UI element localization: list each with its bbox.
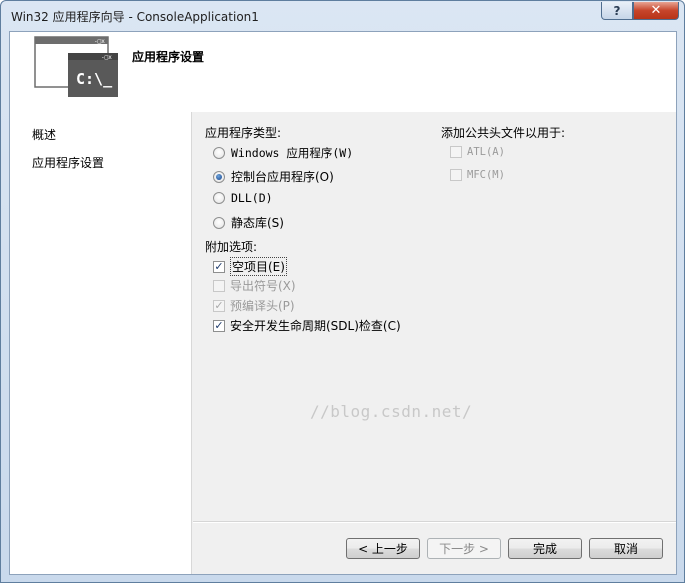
cancel-button[interactable]: 取消 [589, 538, 663, 559]
svg-text:-□x: -□x [101, 54, 112, 61]
close-button[interactable]: ✕ [633, 2, 679, 20]
footer-divider-highlight [193, 522, 676, 523]
help-icon: ? [613, 3, 621, 18]
common-headers-label: 添加公共头文件以用于: [441, 126, 566, 140]
radio-windows-app[interactable]: Windows 应用程序(W) [213, 145, 353, 161]
checkbox-empty-project-label: 空项目(E) [230, 257, 287, 276]
checkbox-sdl-checks[interactable]: ✓ 安全开发生命周期(SDL)检查(C) [213, 317, 401, 334]
page-title: 应用程序设置 [132, 50, 205, 64]
radio-console-app-indicator[interactable] [213, 170, 225, 183]
radio-dll-indicator[interactable] [213, 192, 225, 204]
finish-button[interactable]: 完成 [508, 538, 582, 559]
checkbox-mfc[interactable]: MFC(M) [450, 169, 505, 181]
extra-options-label: 附加选项: [205, 240, 258, 254]
radio-static-lib-indicator[interactable] [213, 216, 225, 229]
console-app-icon: -□x -□x C:\_ [34, 36, 118, 97]
checkbox-sdl-checks-label: 安全开发生命周期(SDL)检查(C) [230, 319, 401, 333]
window-title: Win32 应用程序向导 - ConsoleApplication1 [11, 10, 259, 24]
checkbox-export-symbols[interactable]: 导出符号(X) [213, 277, 296, 294]
checkbox-atl-label: ATL(A) [467, 146, 505, 158]
checkbox-export-symbols-label: 导出符号(X) [230, 279, 296, 293]
wizard-nav: 概述 应用程序设置 [10, 112, 192, 574]
checkbox-atl-box[interactable] [450, 146, 462, 158]
next-button[interactable]: 下一步 > [427, 538, 501, 559]
checkbox-precompiled-header-box[interactable]: ✓ [213, 299, 225, 312]
watermark-text: //blog.csdn.net/ [310, 402, 473, 421]
radio-windows-app-label: Windows 应用程序(W) [231, 146, 354, 160]
radio-dll[interactable]: DLL(D) [213, 191, 273, 205]
svg-text:-□x: -□x [94, 38, 105, 45]
wizard-header: -□x -□x C:\_ 应用程序设置 [10, 32, 676, 112]
title-bar[interactable]: Win32 应用程序向导 - ConsoleApplication1 ? ✕ [1, 1, 684, 31]
checkbox-empty-project-box[interactable]: ✓ [213, 260, 225, 273]
dialog-client: -□x -□x C:\_ 应用程序设置 概述 应用程序设置 应用程序类型: Wi… [9, 31, 677, 575]
checkbox-mfc-label: MFC(M) [467, 169, 505, 181]
radio-dll-label: DLL(D) [231, 191, 273, 205]
radio-static-lib-label: 静态库(S) [231, 216, 284, 230]
checkbox-precompiled-header[interactable]: ✓ 预编译头(P) [213, 297, 295, 314]
close-icon: ✕ [650, 3, 662, 18]
nav-item-overview[interactable]: 概述 [32, 126, 56, 143]
wizard-window: Win32 应用程序向导 - ConsoleApplication1 ? ✕ -… [0, 0, 685, 583]
checkbox-export-symbols-box[interactable] [213, 279, 225, 292]
nav-item-app-settings[interactable]: 应用程序设置 [32, 154, 104, 171]
prev-button[interactable]: < 上一步 [346, 538, 420, 559]
checkbox-empty-project[interactable]: ✓ 空项目(E) [213, 257, 287, 276]
wizard-body: 概述 应用程序设置 应用程序类型: Windows 应用程序(W) 控制台应用程… [10, 112, 676, 574]
checkbox-atl[interactable]: ATL(A) [450, 146, 505, 158]
radio-windows-app-indicator[interactable] [213, 147, 225, 159]
help-button[interactable]: ? [601, 2, 633, 20]
radio-static-lib[interactable]: 静态库(S) [213, 214, 284, 231]
checkbox-sdl-checks-box[interactable]: ✓ [213, 319, 225, 332]
console-prompt-text: C:\_ [76, 70, 113, 88]
app-type-label: 应用程序类型: [205, 126, 282, 140]
radio-console-app[interactable]: 控制台应用程序(O) [213, 168, 334, 185]
checkbox-mfc-box[interactable] [450, 169, 462, 181]
radio-console-app-label: 控制台应用程序(O) [231, 170, 334, 184]
checkbox-precompiled-header-label: 预编译头(P) [230, 299, 295, 313]
